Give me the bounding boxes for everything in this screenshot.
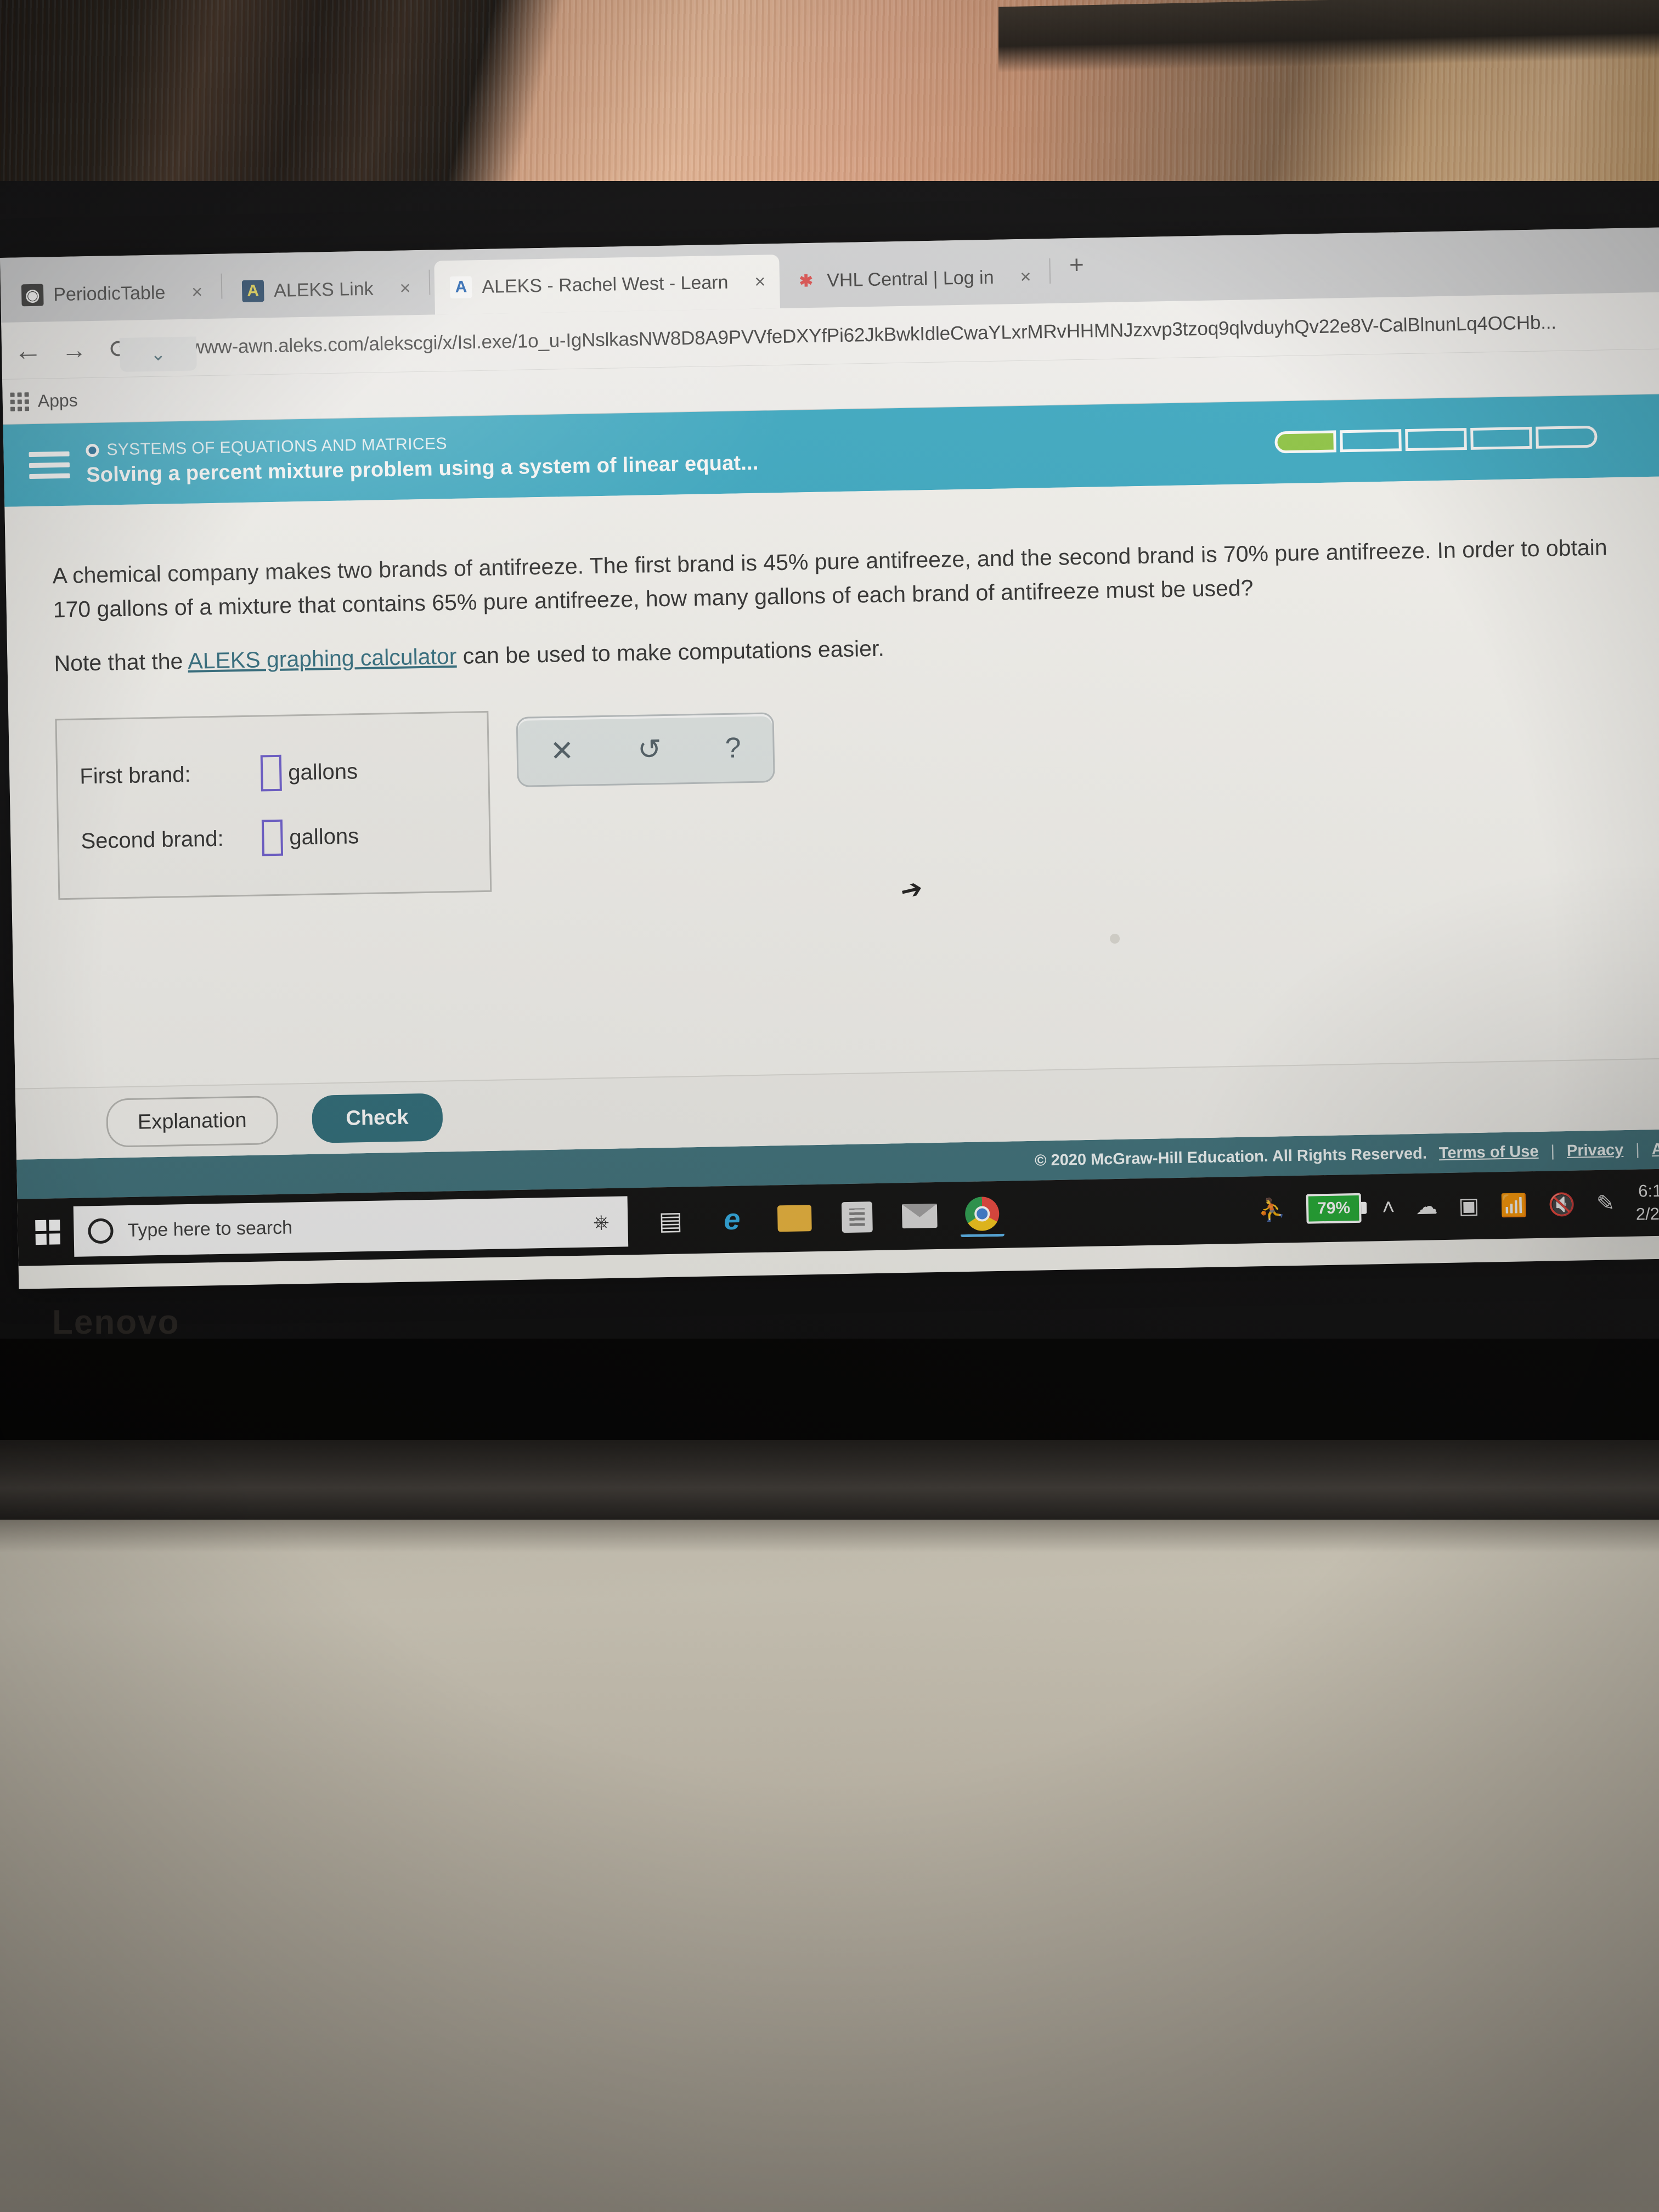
progress-segment-1 [1274,430,1336,454]
volume-mute-icon[interactable]: 🔇 [1548,1191,1576,1217]
aleks-topic: SYSTEMS OF EQUATIONS AND MATRICES [106,435,448,459]
browser-tab-3[interactable]: ✱ VHL Central | Log in × [779,250,1046,308]
taskbar-pinned-apps: ▤ e [647,1192,1005,1243]
note-suffix: can be used to make computations easier. [456,635,885,669]
close-icon[interactable]: × [191,281,203,303]
browser-tab-title: ALEKS - Rachel West - Learn [482,272,729,297]
search-input[interactable]: Type here to search ⎈ [73,1196,629,1257]
privacy-link[interactable]: Privacy [1567,1141,1624,1160]
first-brand-input[interactable] [260,754,282,792]
mail-icon[interactable] [898,1194,942,1238]
topic-dot-icon [86,443,99,458]
footer-separator: | [1635,1141,1640,1159]
task-view-icon[interactable]: ▤ [647,1198,692,1243]
browser-tab-0[interactable]: ◉ PeriodicTable × [5,265,217,323]
clock-date: 2/2/2020 [1635,1203,1659,1224]
page-dot [1109,933,1120,944]
question-text: A chemical company makes two brands of a… [52,534,1607,623]
progress-segment-2 [1340,429,1402,453]
footer-separator: | [1550,1142,1555,1160]
chevron-up-icon[interactable]: ˄ [1382,1195,1395,1220]
lenovo-brand-logo: Lenovo [52,1304,180,1341]
close-icon[interactable]: × [399,278,411,299]
microsoft-store-icon[interactable] [835,1195,879,1239]
aleks-link-icon: A [241,280,264,302]
browser-tab-2[interactable]: A ALEKS - Rachel West - Learn × [434,254,781,315]
edge-icon[interactable]: e [710,1197,754,1242]
new-tab-button[interactable]: + [1054,249,1098,279]
aleks-content: A chemical company makes two brands of a… [4,476,1659,1160]
chrome-icon[interactable] [960,1192,1005,1238]
laptop-keyboard-deck: Esc⊘F1◁−F2◁+F3✗F4CF5▧F6✈F7▤F8⚿F9▭▤F10☀−F… [0,1514,1659,2212]
tab-separator [221,273,223,299]
cortana-icon [88,1218,114,1244]
progress-bar [1274,425,1598,454]
progress-segment-5 [1536,425,1598,449]
battery-indicator[interactable]: 79% [1306,1193,1362,1224]
clock-time: 6:14 PM [1638,1180,1659,1201]
terms-of-use-link[interactable]: Terms of Use [1439,1142,1539,1162]
tab-separator [1049,258,1051,284]
hinge-block-left [134,1462,348,1522]
forward-icon[interactable]: → [51,334,98,365]
browser-tab-title: ALEKS Link [273,278,374,301]
second-brand-unit: gallons [289,823,359,850]
onedrive-cloud-icon[interactable]: ☁ [1415,1194,1438,1220]
search-placeholder: Type here to search [127,1217,293,1241]
progress-segment-4 [1470,426,1532,450]
laptop-photo: ◉ PeriodicTable × A ALEKS Link × A ALEKS… [0,0,1659,2212]
answer-row-second: Second brand: gallons [58,802,489,874]
progress-segment-3 [1405,428,1467,452]
answer-box: First brand: gallons Second brand: gallo… [55,710,492,900]
clock[interactable]: 6:14 PM 2/2/2020 [1635,1180,1659,1224]
close-icon[interactable]: × [754,271,766,292]
second-brand-label: Second brand: [81,826,224,854]
collapse-panel-button[interactable]: ⌄ [119,336,197,373]
check-button[interactable]: Check [311,1092,443,1143]
explanation-button[interactable]: Explanation [106,1095,279,1148]
close-icon[interactable]: × [1020,266,1031,287]
browser-tab-1[interactable]: A ALEKS Link × [226,261,425,319]
vhl-central-icon: ✱ [799,272,814,290]
first-brand-label: First brand: [79,762,191,789]
wifi-icon[interactable]: 📶 [1500,1192,1528,1218]
graphing-calculator-link[interactable]: ALEKS graphing calculator [188,643,457,673]
browser-tab-title: PeriodicTable [53,281,166,305]
note-prefix: Note that the [54,648,188,676]
start-button[interactable] [21,1219,74,1245]
people-icon[interactable]: ⛹ [1258,1197,1286,1223]
browser-tab-title: VHL Central | Log in [826,267,994,291]
apps-grid-icon[interactable] [10,392,30,411]
back-icon[interactable]: ← [5,334,52,368]
pen-icon[interactable]: ✎ [1596,1190,1615,1216]
clear-icon[interactable]: ✕ [550,735,574,768]
undo-icon[interactable]: ↺ [637,733,662,766]
periodic-table-icon: ◉ [21,284,44,307]
microphone-icon[interactable]: ⎈ [593,1210,610,1234]
aleks-header-texts: SYSTEMS OF EQUATIONS AND MATRICES Solvin… [86,429,759,487]
system-tray: ⛹ 79% ˄ ☁ ▣ 📶 🔇 ✎ 6:14 PM 2/2/2020 [1258,1180,1659,1231]
copyright-text: © 2020 McGraw-Hill Education. All Rights… [1034,1144,1427,1170]
display-icon[interactable]: ▣ [1458,1193,1480,1219]
address-bar[interactable]: www-awn.aleks.com/alekscgi/x/Isl.exe/1o_… [190,309,1659,358]
help-icon[interactable]: ? [725,732,741,765]
file-explorer-icon[interactable] [772,1196,817,1240]
menu-icon[interactable] [29,451,70,479]
second-brand-input[interactable] [261,819,284,856]
laptop-screen: ◉ PeriodicTable × A ALEKS Link × A ALEKS… [0,227,1659,1289]
accessibility-link[interactable]: Access [1651,1139,1659,1159]
answer-row-first: First brand: gallons [57,737,488,809]
aleks-a-icon: A [450,276,472,298]
calculator-note: Note that the ALEKS graphing calculator … [54,617,1659,680]
tab-separator [428,269,431,295]
bookmark-apps[interactable]: Apps [37,390,78,411]
answer-toolbar: ✕ ↺ ? [516,712,775,788]
hinge-block-right [1407,1462,1621,1522]
answer-area: First brand: gallons Second brand: gallo… [55,689,1659,900]
first-brand-unit: gallons [287,759,358,785]
